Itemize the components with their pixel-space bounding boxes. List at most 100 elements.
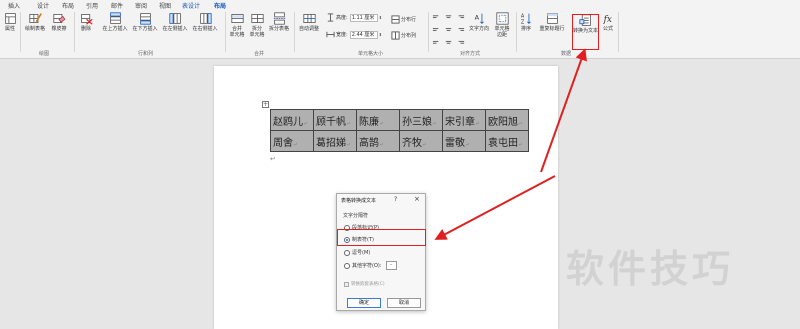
table-cell[interactable]: 雷敬↵ xyxy=(442,130,486,152)
align-bottom-left-icon[interactable] xyxy=(432,36,441,45)
autofit-button[interactable]: 自动调整 xyxy=(297,12,321,32)
watermark: 软件技巧 xyxy=(566,247,735,291)
group-separator xyxy=(516,12,517,52)
formula-button[interactable]: fx 公式 xyxy=(601,12,615,32)
cancel-button[interactable]: 取消 xyxy=(387,298,421,308)
merge-cells-icon xyxy=(230,12,244,25)
column-width-spinner[interactable]: ⬍ xyxy=(379,32,382,37)
column-width-control: 宽度: 2.44 厘米 ⬍ xyxy=(326,30,382,39)
table-cell[interactable]: 赵鸥儿↵ xyxy=(270,109,314,131)
table-cell[interactable]: 高鹄↵ xyxy=(356,130,400,152)
eraser-icon xyxy=(52,12,66,25)
properties-icon xyxy=(4,12,17,25)
text-direction-button[interactable]: A 文字方向 xyxy=(468,12,490,32)
text-direction-icon: A xyxy=(473,12,486,25)
checkbox-box xyxy=(344,281,349,287)
group-label-merge: 合并 xyxy=(254,51,265,57)
row-height-input[interactable]: 1.11 厘米 xyxy=(349,13,378,22)
help-icon[interactable]: ? xyxy=(394,196,397,203)
autofit-icon xyxy=(302,12,316,25)
sort-icon: AZ xyxy=(520,12,533,25)
convert-to-text-highlight xyxy=(572,14,599,50)
align-top-right-icon[interactable] xyxy=(456,14,465,23)
ribbon: 属性 绘制表格 橡皮擦 绘图 删除 在上方插入 在下方插入 在左侧插入 在右侧插… xyxy=(0,9,800,59)
column-width-input[interactable]: 2.44 厘米 xyxy=(349,30,378,39)
convert-table-to-text-dialog: 表格转换成文本 ? × 文字分隔符 段落标记(P) 制表符(T) 逗号(M) 其… xyxy=(336,193,426,311)
table-cell[interactable]: 欧阳旭↵ xyxy=(485,109,529,131)
insert-above-icon xyxy=(109,12,122,25)
group-separator xyxy=(428,12,429,52)
group-label-data: 数据 xyxy=(561,51,572,57)
formula-icon: fx xyxy=(602,12,615,25)
group-separator xyxy=(294,12,295,52)
radio-other-character[interactable] xyxy=(344,262,350,269)
word-table[interactable]: 赵鸥儿↵ 顾千帆↵ 陈廉↵ 孙三娘↵ 宋引章↵ 欧阳旭↵ 周舍↵ 葛招娣↵ 高鹄… xyxy=(270,109,529,152)
table-move-handle-icon[interactable]: + xyxy=(262,101,269,108)
row-height-spinner[interactable]: ⬍ xyxy=(379,15,382,20)
repeat-header-rows-button[interactable]: 重复标题行 xyxy=(537,12,567,32)
table-cell[interactable]: 袁屯田↵ xyxy=(485,130,529,152)
svg-text:Z: Z xyxy=(520,19,524,25)
group-separator xyxy=(225,12,226,52)
table-row: 赵鸥儿↵ 顾千帆↵ 陈廉↵ 孙三娘↵ 宋引章↵ 欧阳旭↵ xyxy=(270,109,529,131)
delete-button[interactable]: 删除 xyxy=(77,12,95,32)
group-label-alignment: 对齐方式 xyxy=(460,51,481,57)
table-cell[interactable]: 周舍↵ xyxy=(270,130,314,152)
row-height-control: 高度: 1.11 厘米 ⬍ xyxy=(326,13,382,22)
table-cell[interactable]: 陈廉↵ xyxy=(356,109,400,131)
insert-below-button[interactable]: 在下方插入 xyxy=(131,12,159,32)
split-cells-icon xyxy=(250,12,264,25)
align-middle-left-icon[interactable] xyxy=(432,25,441,34)
group-label-draw: 绘图 xyxy=(39,51,50,57)
draw-table-button[interactable]: 绘制表格 xyxy=(24,12,46,32)
group-separator xyxy=(618,12,619,52)
option-other-character[interactable]: 其他字符(O): - xyxy=(344,261,397,270)
split-table-button[interactable]: 拆分表格 xyxy=(268,12,290,32)
tab-option-highlight xyxy=(337,229,426,246)
close-icon[interactable]: × xyxy=(414,195,420,203)
option-comma[interactable]: 逗号(M) xyxy=(344,249,370,256)
group-label-cell-size: 单元格大小 xyxy=(358,51,384,57)
delete-table-icon xyxy=(80,12,93,25)
ribbon-tab-bar: 插入 设计 布局 引用 邮件 审阅 视图 表设计 布局 xyxy=(0,0,800,12)
table-cell[interactable]: 孙三娘↵ xyxy=(399,109,443,131)
svg-text:A: A xyxy=(474,13,479,21)
ok-button[interactable]: 确定 xyxy=(347,298,381,308)
insert-left-button[interactable]: 在左侧插入 xyxy=(161,12,189,32)
merge-cells-button[interactable]: 合并 单元格 xyxy=(229,12,245,38)
table-row: 周舍↵ 葛招娣↵ 高鹄↵ 齐牧↵ 雷敬↵ 袁屯田↵ xyxy=(270,130,529,152)
radio-comma[interactable] xyxy=(344,249,350,256)
group-separator xyxy=(20,12,21,52)
distribute-rows-icon xyxy=(391,15,400,24)
align-middle-center-icon[interactable] xyxy=(444,25,453,34)
repeat-header-icon xyxy=(546,12,559,25)
insert-below-icon xyxy=(139,12,152,25)
distribute-rows-button[interactable]: 分布行 xyxy=(391,15,416,24)
insert-above-button[interactable]: 在上方插入 xyxy=(101,12,129,32)
insert-right-button[interactable]: 在右侧插入 xyxy=(191,12,219,32)
properties-button[interactable]: 属性 xyxy=(2,12,18,32)
table-cell[interactable]: 顾千帆↵ xyxy=(313,109,357,131)
column-width-icon xyxy=(326,30,335,39)
table-cell[interactable]: 宋引章↵ xyxy=(442,109,486,131)
align-middle-right-icon[interactable] xyxy=(456,25,465,34)
table-cell[interactable]: 葛招娣↵ xyxy=(313,130,357,152)
align-top-center-icon[interactable] xyxy=(444,14,453,23)
other-character-input[interactable]: - xyxy=(385,261,397,270)
insert-left-icon xyxy=(168,12,182,25)
alignment-grid xyxy=(432,14,466,45)
cell-margins-icon xyxy=(495,12,509,25)
eraser-button[interactable]: 橡皮擦 xyxy=(49,12,69,32)
align-bottom-center-icon[interactable] xyxy=(444,36,453,45)
table-cell[interactable]: 齐牧↵ xyxy=(399,130,443,152)
split-cells-button[interactable]: 拆分 单元格 xyxy=(249,12,265,38)
paragraph-mark: ↵ xyxy=(270,155,276,163)
svg-text:fx: fx xyxy=(602,15,611,25)
insert-right-icon xyxy=(199,12,212,25)
align-bottom-right-icon[interactable] xyxy=(456,36,465,45)
sort-button[interactable]: AZ 排序 xyxy=(519,12,533,32)
distribute-columns-button[interactable]: 分布列 xyxy=(391,31,416,40)
pencil-table-icon xyxy=(28,12,42,25)
align-top-left-icon[interactable] xyxy=(432,14,441,23)
cell-margins-button[interactable]: 单元格 边距 xyxy=(493,12,511,38)
